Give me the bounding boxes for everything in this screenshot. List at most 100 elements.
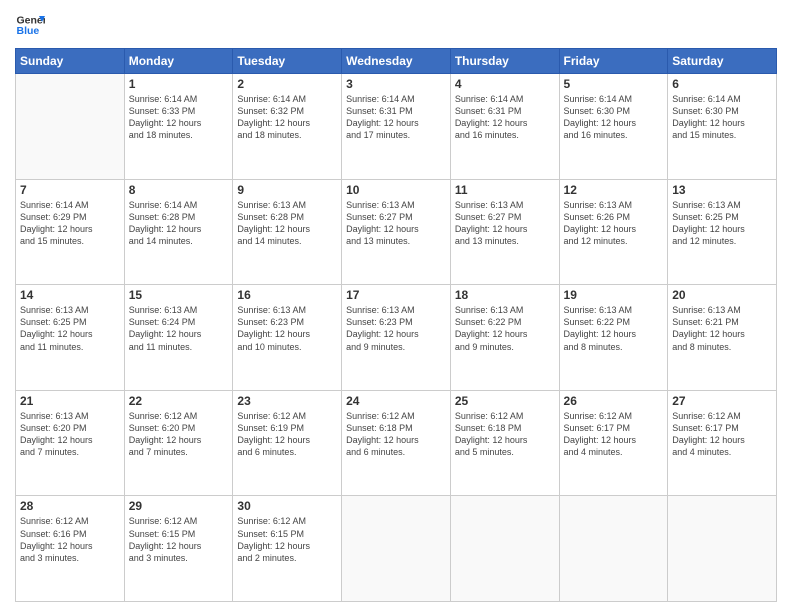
day-info: Sunrise: 6:13 AMSunset: 6:27 PMDaylight:…	[455, 199, 555, 248]
day-info: Sunrise: 6:14 AMSunset: 6:30 PMDaylight:…	[672, 93, 772, 142]
column-header-thursday: Thursday	[450, 49, 559, 74]
calendar-cell: 17 Sunrise: 6:13 AMSunset: 6:23 PMDayligh…	[342, 285, 451, 391]
day-info: Sunrise: 6:13 AMSunset: 6:23 PMDaylight:…	[237, 304, 337, 353]
day-number: 26	[564, 394, 664, 408]
column-header-tuesday: Tuesday	[233, 49, 342, 74]
calendar-cell	[559, 496, 668, 602]
calendar-cell: 22Sunrise: 6:12 AMSunset: 6:20 PMDayligh…	[124, 390, 233, 496]
week-row-2: 7 Sunrise: 6:14 AMSunset: 6:29 PMDaylight…	[16, 179, 777, 285]
calendar-cell	[342, 496, 451, 602]
day-info: Sunrise: 6:14 AMSunset: 6:28 PMDaylight:…	[129, 199, 229, 248]
day-info: Sunrise: 6:13 AMSunset: 6:20 PMDaylight:…	[20, 410, 120, 459]
day-number: 27	[672, 394, 772, 408]
day-number: 9	[237, 183, 337, 197]
day-number: 30	[237, 499, 337, 513]
calendar-cell: 24 Sunrise: 6:12 AMSunset: 6:18 PMDayligh…	[342, 390, 451, 496]
day-number: 15	[129, 288, 229, 302]
day-info: Sunrise: 6:12 AMSunset: 6:16 PMDaylight:…	[20, 515, 120, 564]
day-number: 1	[129, 77, 229, 91]
calendar-cell: 15Sunrise: 6:13 AMSunset: 6:24 PMDayligh…	[124, 285, 233, 391]
header: General Blue	[15, 10, 777, 40]
day-number: 13	[672, 183, 772, 197]
day-info: Sunrise: 6:14 AMSunset: 6:33 PMDaylight:…	[129, 93, 229, 142]
day-number: 18	[455, 288, 555, 302]
calendar-cell: 19 Sunrise: 6:13 AMSunset: 6:22 PMDayligh…	[559, 285, 668, 391]
day-number: 29	[129, 499, 229, 513]
calendar-table: SundayMondayTuesdayWednesdayThursdayFrid…	[15, 48, 777, 602]
day-number: 14	[20, 288, 120, 302]
calendar-cell: 30 Sunrise: 6:12 AMSunset: 6:15 PMDayligh…	[233, 496, 342, 602]
day-info: Sunrise: 6:12 AMSunset: 6:15 PMDaylight:…	[129, 515, 229, 564]
calendar-cell: 29 Sunrise: 6:12 AMSunset: 6:15 PMDayligh…	[124, 496, 233, 602]
day-info: Sunrise: 6:13 AMSunset: 6:21 PMDaylight:…	[672, 304, 772, 353]
day-info: Sunrise: 6:13 AMSunset: 6:25 PMDaylight:…	[672, 199, 772, 248]
calendar-cell: 8 Sunrise: 6:14 AMSunset: 6:28 PMDaylight…	[124, 179, 233, 285]
column-header-monday: Monday	[124, 49, 233, 74]
day-number: 4	[455, 77, 555, 91]
day-info: Sunrise: 6:13 AMSunset: 6:23 PMDaylight:…	[346, 304, 446, 353]
day-info: Sunrise: 6:13 AMSunset: 6:22 PMDaylight:…	[455, 304, 555, 353]
calendar-cell: 1 Sunrise: 6:14 AMSunset: 6:33 PMDaylight…	[124, 74, 233, 180]
week-row-1: 1 Sunrise: 6:14 AMSunset: 6:33 PMDaylight…	[16, 74, 777, 180]
day-number: 23	[237, 394, 337, 408]
day-number: 28	[20, 499, 120, 513]
header-row: SundayMondayTuesdayWednesdayThursdayFrid…	[16, 49, 777, 74]
day-number: 2	[237, 77, 337, 91]
calendar-cell: 2 Sunrise: 6:14 AMSunset: 6:32 PMDaylight…	[233, 74, 342, 180]
week-row-3: 14Sunrise: 6:13 AMSunset: 6:25 PMDayligh…	[16, 285, 777, 391]
day-info: Sunrise: 6:14 AMSunset: 6:31 PMDaylight:…	[455, 93, 555, 142]
calendar-cell: 26Sunrise: 6:12 AMSunset: 6:17 PMDayligh…	[559, 390, 668, 496]
calendar-cell: 27 Sunrise: 6:12 AMSunset: 6:17 PMDayligh…	[668, 390, 777, 496]
calendar-cell: 14Sunrise: 6:13 AMSunset: 6:25 PMDayligh…	[16, 285, 125, 391]
calendar-cell	[16, 74, 125, 180]
calendar-cell	[668, 496, 777, 602]
calendar-cell: 5Sunrise: 6:14 AMSunset: 6:30 PMDaylight…	[559, 74, 668, 180]
column-header-sunday: Sunday	[16, 49, 125, 74]
calendar-cell: 13 Sunrise: 6:13 AMSunset: 6:25 PMDayligh…	[668, 179, 777, 285]
day-info: Sunrise: 6:14 AMSunset: 6:32 PMDaylight:…	[237, 93, 337, 142]
day-info: Sunrise: 6:12 AMSunset: 6:18 PMDaylight:…	[346, 410, 446, 459]
day-info: Sunrise: 6:14 AMSunset: 6:29 PMDaylight:…	[20, 199, 120, 248]
day-number: 17	[346, 288, 446, 302]
logo: General Blue	[15, 10, 45, 40]
day-number: 3	[346, 77, 446, 91]
column-header-wednesday: Wednesday	[342, 49, 451, 74]
week-row-4: 21 Sunrise: 6:13 AMSunset: 6:20 PMDayligh…	[16, 390, 777, 496]
calendar-cell: 9Sunrise: 6:13 AMSunset: 6:28 PMDaylight…	[233, 179, 342, 285]
day-info: Sunrise: 6:13 AMSunset: 6:22 PMDaylight:…	[564, 304, 664, 353]
day-info: Sunrise: 6:12 AMSunset: 6:18 PMDaylight:…	[455, 410, 555, 459]
day-number: 12	[564, 183, 664, 197]
day-info: Sunrise: 6:12 AMSunset: 6:17 PMDaylight:…	[672, 410, 772, 459]
day-number: 5	[564, 77, 664, 91]
day-number: 11	[455, 183, 555, 197]
page: General Blue SundayMondayTuesdayWednesda…	[0, 0, 792, 612]
calendar-cell: 21 Sunrise: 6:13 AMSunset: 6:20 PMDayligh…	[16, 390, 125, 496]
svg-text:Blue: Blue	[17, 25, 40, 37]
calendar-cell: 3 Sunrise: 6:14 AMSunset: 6:31 PMDaylight…	[342, 74, 451, 180]
column-header-saturday: Saturday	[668, 49, 777, 74]
calendar-cell: 16 Sunrise: 6:13 AMSunset: 6:23 PMDayligh…	[233, 285, 342, 391]
calendar-cell: 11 Sunrise: 6:13 AMSunset: 6:27 PMDayligh…	[450, 179, 559, 285]
column-header-friday: Friday	[559, 49, 668, 74]
day-number: 7	[20, 183, 120, 197]
day-info: Sunrise: 6:12 AMSunset: 6:20 PMDaylight:…	[129, 410, 229, 459]
calendar-cell: 4 Sunrise: 6:14 AMSunset: 6:31 PMDaylight…	[450, 74, 559, 180]
calendar-cell: 6 Sunrise: 6:14 AMSunset: 6:30 PMDaylight…	[668, 74, 777, 180]
day-number: 10	[346, 183, 446, 197]
day-number: 21	[20, 394, 120, 408]
calendar-cell: 25 Sunrise: 6:12 AMSunset: 6:18 PMDayligh…	[450, 390, 559, 496]
day-number: 6	[672, 77, 772, 91]
day-number: 20	[672, 288, 772, 302]
day-number: 24	[346, 394, 446, 408]
day-info: Sunrise: 6:14 AMSunset: 6:31 PMDaylight:…	[346, 93, 446, 142]
day-number: 8	[129, 183, 229, 197]
calendar-cell: 20 Sunrise: 6:13 AMSunset: 6:21 PMDayligh…	[668, 285, 777, 391]
day-number: 25	[455, 394, 555, 408]
calendar-cell: 12Sunrise: 6:13 AMSunset: 6:26 PMDayligh…	[559, 179, 668, 285]
calendar-cell: 10Sunrise: 6:13 AMSunset: 6:27 PMDayligh…	[342, 179, 451, 285]
day-info: Sunrise: 6:12 AMSunset: 6:15 PMDaylight:…	[237, 515, 337, 564]
day-number: 16	[237, 288, 337, 302]
week-row-5: 28 Sunrise: 6:12 AMSunset: 6:16 PMDayligh…	[16, 496, 777, 602]
day-number: 19	[564, 288, 664, 302]
calendar-cell: 7 Sunrise: 6:14 AMSunset: 6:29 PMDaylight…	[16, 179, 125, 285]
